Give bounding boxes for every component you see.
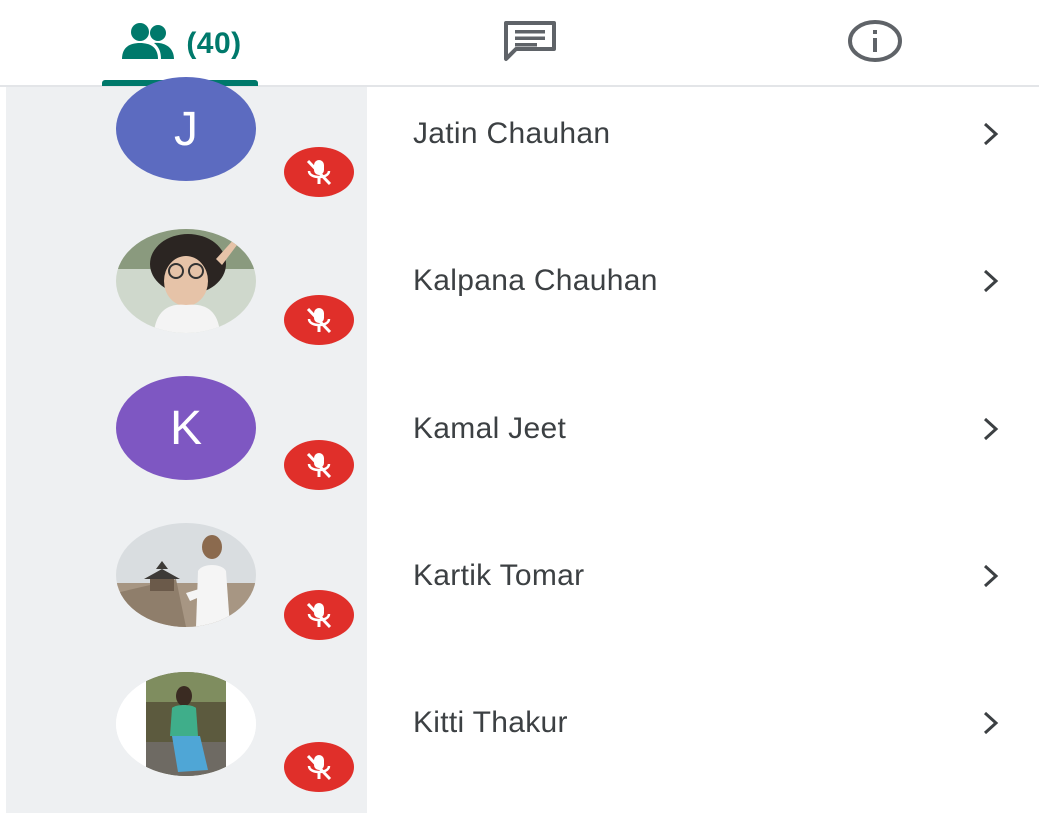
avatar <box>116 523 256 627</box>
chevron-right-icon[interactable] <box>978 561 1004 591</box>
chevron-right-icon[interactable] <box>978 708 1004 738</box>
avatar-initial: J <box>174 102 198 156</box>
chevron-right-icon[interactable] <box>978 414 1004 444</box>
participant-row[interactable]: Kitti Thakur <box>0 670 1039 813</box>
tab-info[interactable] <box>815 0 935 87</box>
participant-name: Kamal Jeet <box>413 412 567 445</box>
participant-row[interactable]: J Jatin Chauhan <box>0 77 1039 234</box>
info-icon <box>846 19 904 68</box>
participant-name: Kartik Tomar <box>413 559 585 592</box>
participant-count: (40) <box>186 26 242 60</box>
chevron-right-icon[interactable] <box>978 266 1004 296</box>
participant-row[interactable]: K Kamal Jeet <box>0 376 1039 523</box>
participant-name: Kitti Thakur <box>413 706 568 739</box>
participant-name: Kalpana Chauhan <box>413 264 658 297</box>
chat-icon <box>500 19 560 68</box>
tab-people[interactable]: (40) <box>100 0 262 87</box>
mic-off-icon <box>284 742 354 792</box>
participant-row[interactable]: Kalpana Chauhan <box>0 229 1039 376</box>
panel-tab-bar: (40) <box>0 0 1039 87</box>
meeting-side-panel: (40) J Jatin Chauhan Kalpana Chauhan K K… <box>0 0 1039 813</box>
participant-name: Jatin Chauhan <box>413 117 611 150</box>
avatar <box>116 229 256 333</box>
mic-off-icon <box>284 440 354 490</box>
mic-off-icon <box>284 295 354 345</box>
avatar-initial: K <box>169 401 202 455</box>
avatar: K <box>116 376 256 480</box>
mic-off-icon <box>284 147 354 197</box>
avatar <box>116 672 256 776</box>
mic-off-icon <box>284 590 354 640</box>
avatar: J <box>116 77 256 181</box>
tab-chat[interactable] <box>470 0 590 87</box>
participant-row[interactable]: Kartik Tomar <box>0 523 1039 670</box>
chevron-right-icon[interactable] <box>978 119 1004 149</box>
people-icon <box>120 21 176 66</box>
